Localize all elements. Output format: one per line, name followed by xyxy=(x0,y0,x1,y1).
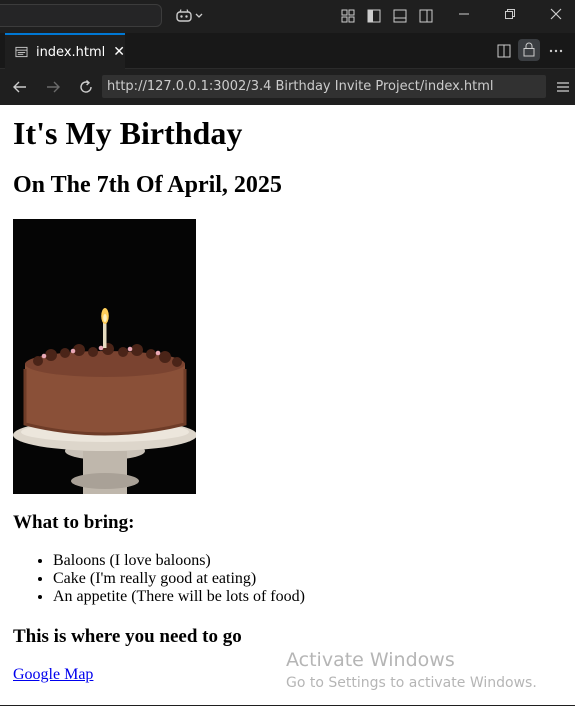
close-icon xyxy=(550,8,562,20)
split-editor-icon[interactable] xyxy=(497,44,511,58)
watermark-subtitle: Go to Settings to activate Windows. xyxy=(286,675,537,691)
page-title: It's My Birthday xyxy=(13,115,243,151)
list-item: Cake (I'm really good at eating) xyxy=(53,570,305,588)
lock-icon xyxy=(523,42,535,57)
tab-label: index.html xyxy=(35,44,106,60)
bring-heading: What to bring: xyxy=(13,512,135,533)
restore-button[interactable] xyxy=(501,7,519,25)
birthday-cake-image xyxy=(13,219,196,494)
reload-icon[interactable] xyxy=(77,78,95,96)
party-date: On The 7th Of April, 2025 xyxy=(13,172,282,198)
google-map-link[interactable]: Google Map xyxy=(13,666,93,684)
bring-list: Baloons (I love baloons) Cake (I'm reall… xyxy=(13,552,305,606)
title-bar xyxy=(0,0,575,33)
preview-file-icon xyxy=(15,46,28,58)
back-arrow-icon[interactable] xyxy=(11,78,29,96)
command-center-search[interactable] xyxy=(0,4,162,27)
activate-windows-watermark: Activate Windows Go to Settings to activ… xyxy=(286,649,537,691)
editor-tab-bar: index.html ✕ xyxy=(0,33,575,69)
toggle-panel-icon[interactable] xyxy=(393,9,407,23)
hamburger-menu-icon[interactable] xyxy=(556,80,570,94)
restore-icon xyxy=(505,9,515,19)
minimize-icon xyxy=(459,13,469,15)
customize-layout-icon[interactable] xyxy=(341,9,355,23)
close-window-button[interactable] xyxy=(547,7,565,25)
list-item: An appetite (There will be lots of food) xyxy=(53,588,305,606)
forward-arrow-icon[interactable] xyxy=(44,78,62,96)
location-heading: This is where you need to go xyxy=(13,626,242,647)
chevron-down-icon xyxy=(195,13,203,18)
copilot-icon xyxy=(176,9,192,22)
minimize-button[interactable] xyxy=(455,7,473,25)
copilot-button[interactable] xyxy=(176,8,203,24)
list-item: Baloons (I love baloons) xyxy=(53,552,305,570)
toggle-secondary-sidebar-icon[interactable] xyxy=(419,9,433,23)
tab-index-html[interactable]: index.html ✕ xyxy=(5,33,125,69)
tab-close-button[interactable]: ✕ xyxy=(113,44,125,60)
lock-group-button[interactable] xyxy=(518,39,540,61)
page-viewport: It's My Birthday On The 7th Of April, 20… xyxy=(0,105,575,705)
watermark-title: Activate Windows xyxy=(286,649,455,671)
browser-nav-bar: http://127.0.0.1:3002/3.4 Birthday Invit… xyxy=(0,69,575,105)
toggle-primary-sidebar-icon[interactable] xyxy=(367,9,381,23)
url-input[interactable]: http://127.0.0.1:3002/3.4 Birthday Invit… xyxy=(102,75,546,98)
more-actions-icon[interactable] xyxy=(549,44,563,58)
